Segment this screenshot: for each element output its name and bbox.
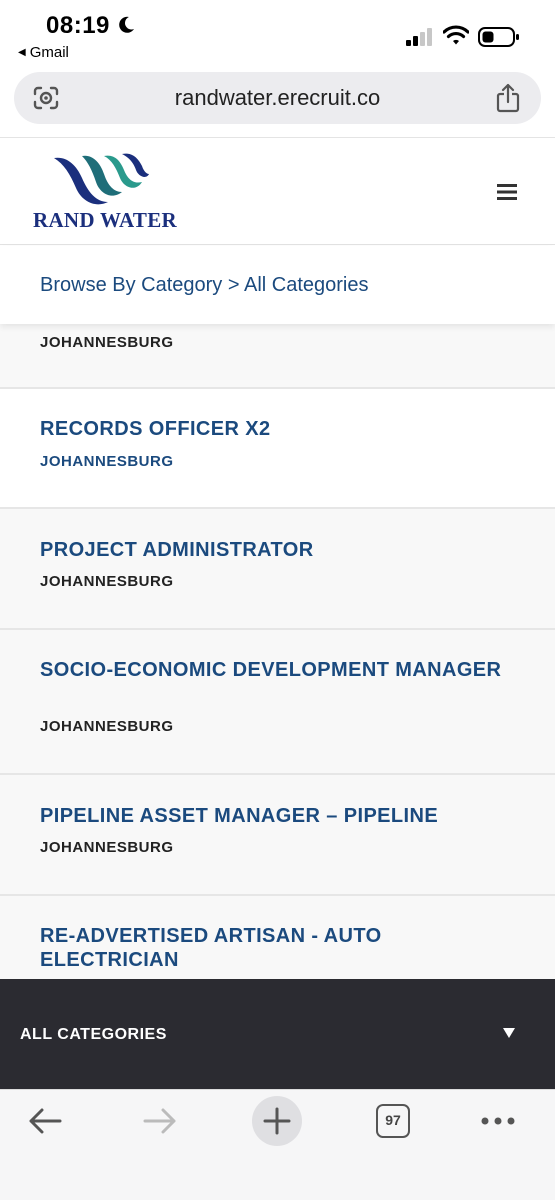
job-listing[interactable]: JOHANNESBURG — [0, 324, 555, 389]
job-listing[interactable]: RE-ADVERTISED ARTISAN - AUTO ELECTRICIAN — [0, 896, 555, 979]
back-triangle-icon: ◀ — [18, 47, 26, 58]
more-icon[interactable] — [480, 1116, 516, 1126]
breadcrumb[interactable]: Browse By Category > All Categories — [40, 274, 369, 297]
job-location: JOHANNESBURG — [40, 839, 174, 856]
hamburger-menu-icon[interactable] — [497, 184, 517, 200]
job-title[interactable]: RECORDS OFFICER X2 — [40, 417, 520, 441]
back-arrow-icon[interactable] — [28, 1108, 62, 1134]
browser-toolbar: 97 — [0, 1089, 555, 1200]
status-time: 08:19 — [46, 12, 110, 39]
moon-icon — [119, 16, 134, 33]
job-title[interactable]: SOCIO-ECONOMIC DEVELOPMENT MANAGER — [40, 658, 520, 682]
address-bar[interactable]: randwater.erecruit.co — [14, 72, 541, 124]
signal-icon — [406, 28, 432, 46]
back-to-app-link[interactable]: ◀ Gmail — [18, 44, 69, 61]
job-location: JOHANNESBURG — [40, 453, 174, 470]
job-listing[interactable]: SOCIO-ECONOMIC DEVELOPMENT MANAGER JOHAN… — [0, 630, 555, 775]
category-dropdown[interactable]: ALL CATEGORIES — [0, 979, 555, 1089]
job-title[interactable]: PIPELINE ASSET MANAGER – PIPELINE — [40, 804, 520, 828]
rand-water-logo[interactable] — [52, 152, 150, 210]
job-location: JOHANNESBURG — [40, 334, 174, 351]
url-text[interactable]: randwater.erecruit.co — [14, 85, 541, 111]
job-listing[interactable]: RECORDS OFFICER X2 JOHANNESBURG — [0, 389, 555, 509]
wifi-icon — [443, 25, 469, 45]
back-app-label: Gmail — [29, 44, 69, 61]
job-title[interactable]: PROJECT ADMINISTRATOR — [40, 538, 520, 562]
tab-switcher-button[interactable]: 97 — [376, 1104, 410, 1138]
job-listing[interactable]: PIPELINE ASSET MANAGER – PIPELINE JOHANN… — [0, 775, 555, 896]
job-location: JOHANNESBURG — [40, 573, 174, 590]
forward-arrow-icon[interactable] — [143, 1108, 177, 1134]
breadcrumb-bar: Browse By Category > All Categories — [0, 246, 555, 324]
share-icon[interactable] — [495, 83, 521, 113]
job-listing[interactable]: PROJECT ADMINISTRATOR JOHANNESBURG — [0, 509, 555, 630]
job-list: JOHANNESBURG RECORDS OFFICER X2 JOHANNES… — [0, 324, 555, 979]
category-dropdown-label[interactable]: ALL CATEGORIES — [20, 1026, 167, 1044]
logo-text: RAND WATER — [33, 208, 177, 232]
plus-icon — [263, 1107, 291, 1135]
battery-icon — [478, 27, 519, 47]
caret-down-icon[interactable] — [503, 1028, 515, 1038]
site-header: RAND WATER — [0, 138, 555, 245]
job-location: JOHANNESBURG — [40, 718, 174, 735]
job-title[interactable]: RE-ADVERTISED ARTISAN - AUTO ELECTRICIAN — [40, 924, 520, 972]
new-tab-button[interactable] — [252, 1096, 302, 1146]
status-bar: 08:19 ◀ Gmail — [0, 0, 555, 66]
